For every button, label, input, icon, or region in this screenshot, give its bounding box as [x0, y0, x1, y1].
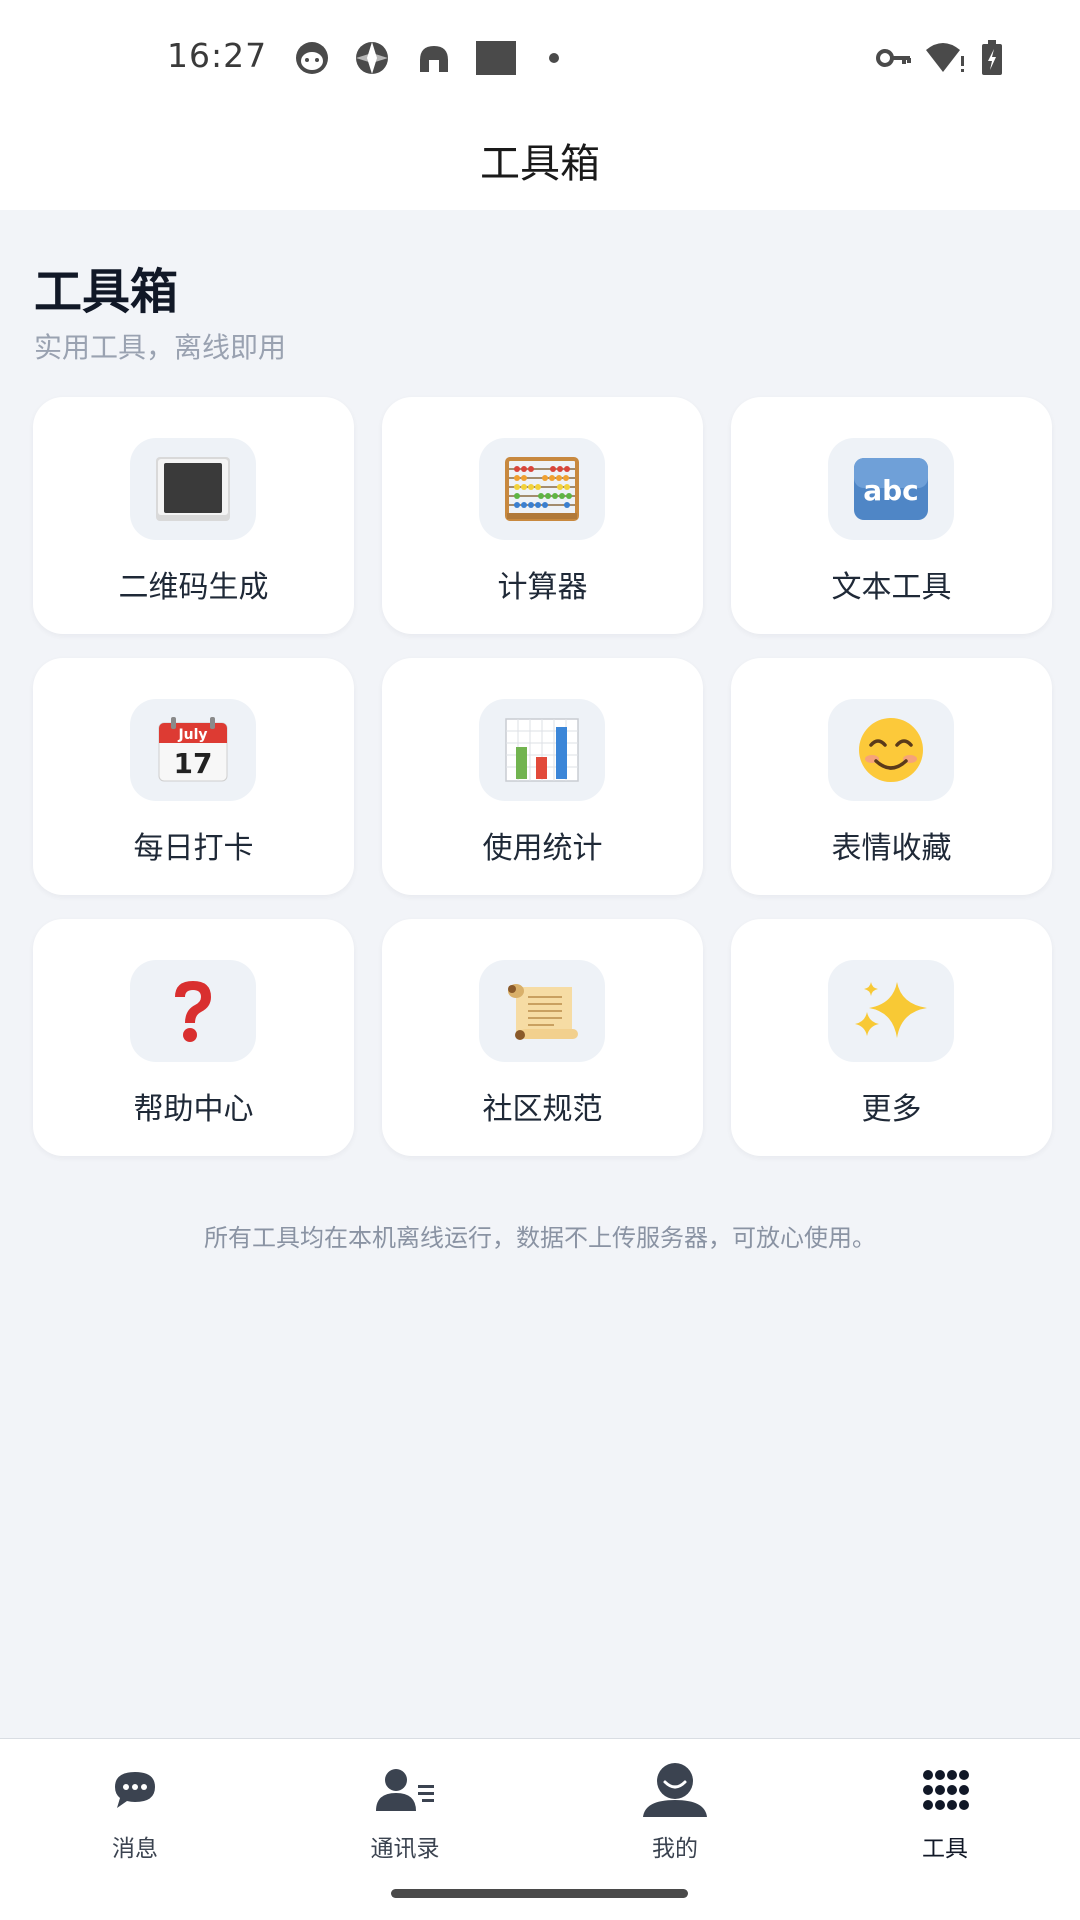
- bar-chart-icon: [505, 718, 579, 782]
- nav-item-me[interactable]: 我的: [540, 1739, 810, 1869]
- calendar-month: July: [177, 727, 207, 743]
- tool-card-community-rules[interactable]: 社区规范: [382, 919, 703, 1156]
- tool-label: 每日打卡: [133, 831, 254, 866]
- user-icon: [643, 1763, 707, 1817]
- question-mark-icon: [175, 981, 211, 1042]
- wifi-alert-icon: [926, 43, 964, 72]
- icon-box: [479, 438, 605, 540]
- icon-box: abc: [828, 438, 954, 540]
- tool-card-daily-checkin[interactable]: July 17 每日打卡: [33, 658, 354, 895]
- tool-card-help-center[interactable]: 帮助中心: [33, 919, 354, 1156]
- battery-charging-icon: [982, 40, 1002, 75]
- title-bar: 工具箱: [0, 110, 1080, 210]
- nav-item-tools[interactable]: 工具: [810, 1739, 1080, 1869]
- grid-dots-icon: [923, 1770, 969, 1810]
- dot-icon: [549, 53, 559, 63]
- screen: 16:27 工具箱 工具箱 实用工具，离线即用 二维码生成 计算器 abc 文本…: [0, 0, 1080, 1920]
- icon-box: [479, 699, 605, 801]
- cat-face-icon: [296, 42, 328, 74]
- page-title: 工具箱: [480, 141, 600, 187]
- nav-label: 工具: [922, 1836, 968, 1862]
- icon-box: [130, 438, 256, 540]
- smiley-icon: [859, 718, 923, 782]
- tool-card-qr-generator[interactable]: 二维码生成: [33, 397, 354, 634]
- nav-label: 我的: [652, 1836, 698, 1862]
- qr-black-square-icon: [156, 457, 230, 521]
- abc-icon-text: abc: [863, 474, 919, 507]
- square-icon: [476, 41, 516, 75]
- abc-icon: abc: [854, 458, 928, 520]
- tool-label: 使用统计: [482, 831, 603, 866]
- tool-card-text-tools[interactable]: abc 文本工具: [731, 397, 1052, 634]
- nav-item-contacts[interactable]: 通讯录: [270, 1739, 540, 1869]
- sparkles-icon: [855, 982, 927, 1038]
- tool-label: 帮助中心: [133, 1092, 254, 1127]
- calendar-day: 17: [174, 747, 213, 780]
- tool-label: 文本工具: [831, 570, 952, 605]
- scroll-icon: [508, 984, 578, 1040]
- icon-box: July 17: [130, 699, 256, 801]
- section-title: 工具箱: [34, 264, 179, 320]
- tool-label: 更多: [861, 1092, 922, 1127]
- abacus-icon: [505, 457, 579, 521]
- section-subtitle: 实用工具，离线即用: [34, 331, 287, 364]
- nav-item-messages[interactable]: 消息: [0, 1739, 270, 1869]
- key-icon: [876, 49, 911, 67]
- icon-box: [130, 960, 256, 1062]
- tool-label: 表情收藏: [831, 831, 952, 866]
- tool-card-emoji-favorites[interactable]: 表情收藏: [731, 658, 1052, 895]
- android-icon: [420, 46, 448, 74]
- tool-card-calculator[interactable]: 计算器: [382, 397, 703, 634]
- icon-box: [828, 960, 954, 1062]
- status-time: 16:27: [167, 36, 268, 75]
- tool-label: 社区规范: [482, 1092, 603, 1127]
- icon-box: [479, 960, 605, 1062]
- status-bar: 16:27: [0, 0, 1080, 110]
- contacts-icon: [376, 1769, 434, 1811]
- tool-card-usage-stats[interactable]: 使用统计: [382, 658, 703, 895]
- tool-card-more[interactable]: 更多: [731, 919, 1052, 1156]
- icon-box: [828, 699, 954, 801]
- tool-label: 二维码生成: [118, 570, 269, 605]
- footer-note: 所有工具均在本机离线运行，数据不上传服务器，可放心使用。: [204, 1224, 876, 1252]
- tools-grid: 二维码生成 计算器 abc 文本工具 July 17 每日打卡 使用统计 表情收…: [33, 397, 1052, 1156]
- tool-label: 计算器: [497, 570, 588, 605]
- nav-label: 消息: [112, 1836, 158, 1862]
- calendar-icon: July 17: [158, 717, 228, 782]
- aperture-icon: [356, 42, 388, 74]
- chat-bubble-icon: [115, 1772, 155, 1808]
- home-indicator[interactable]: [391, 1889, 688, 1898]
- nav-label: 通讯录: [370, 1836, 440, 1862]
